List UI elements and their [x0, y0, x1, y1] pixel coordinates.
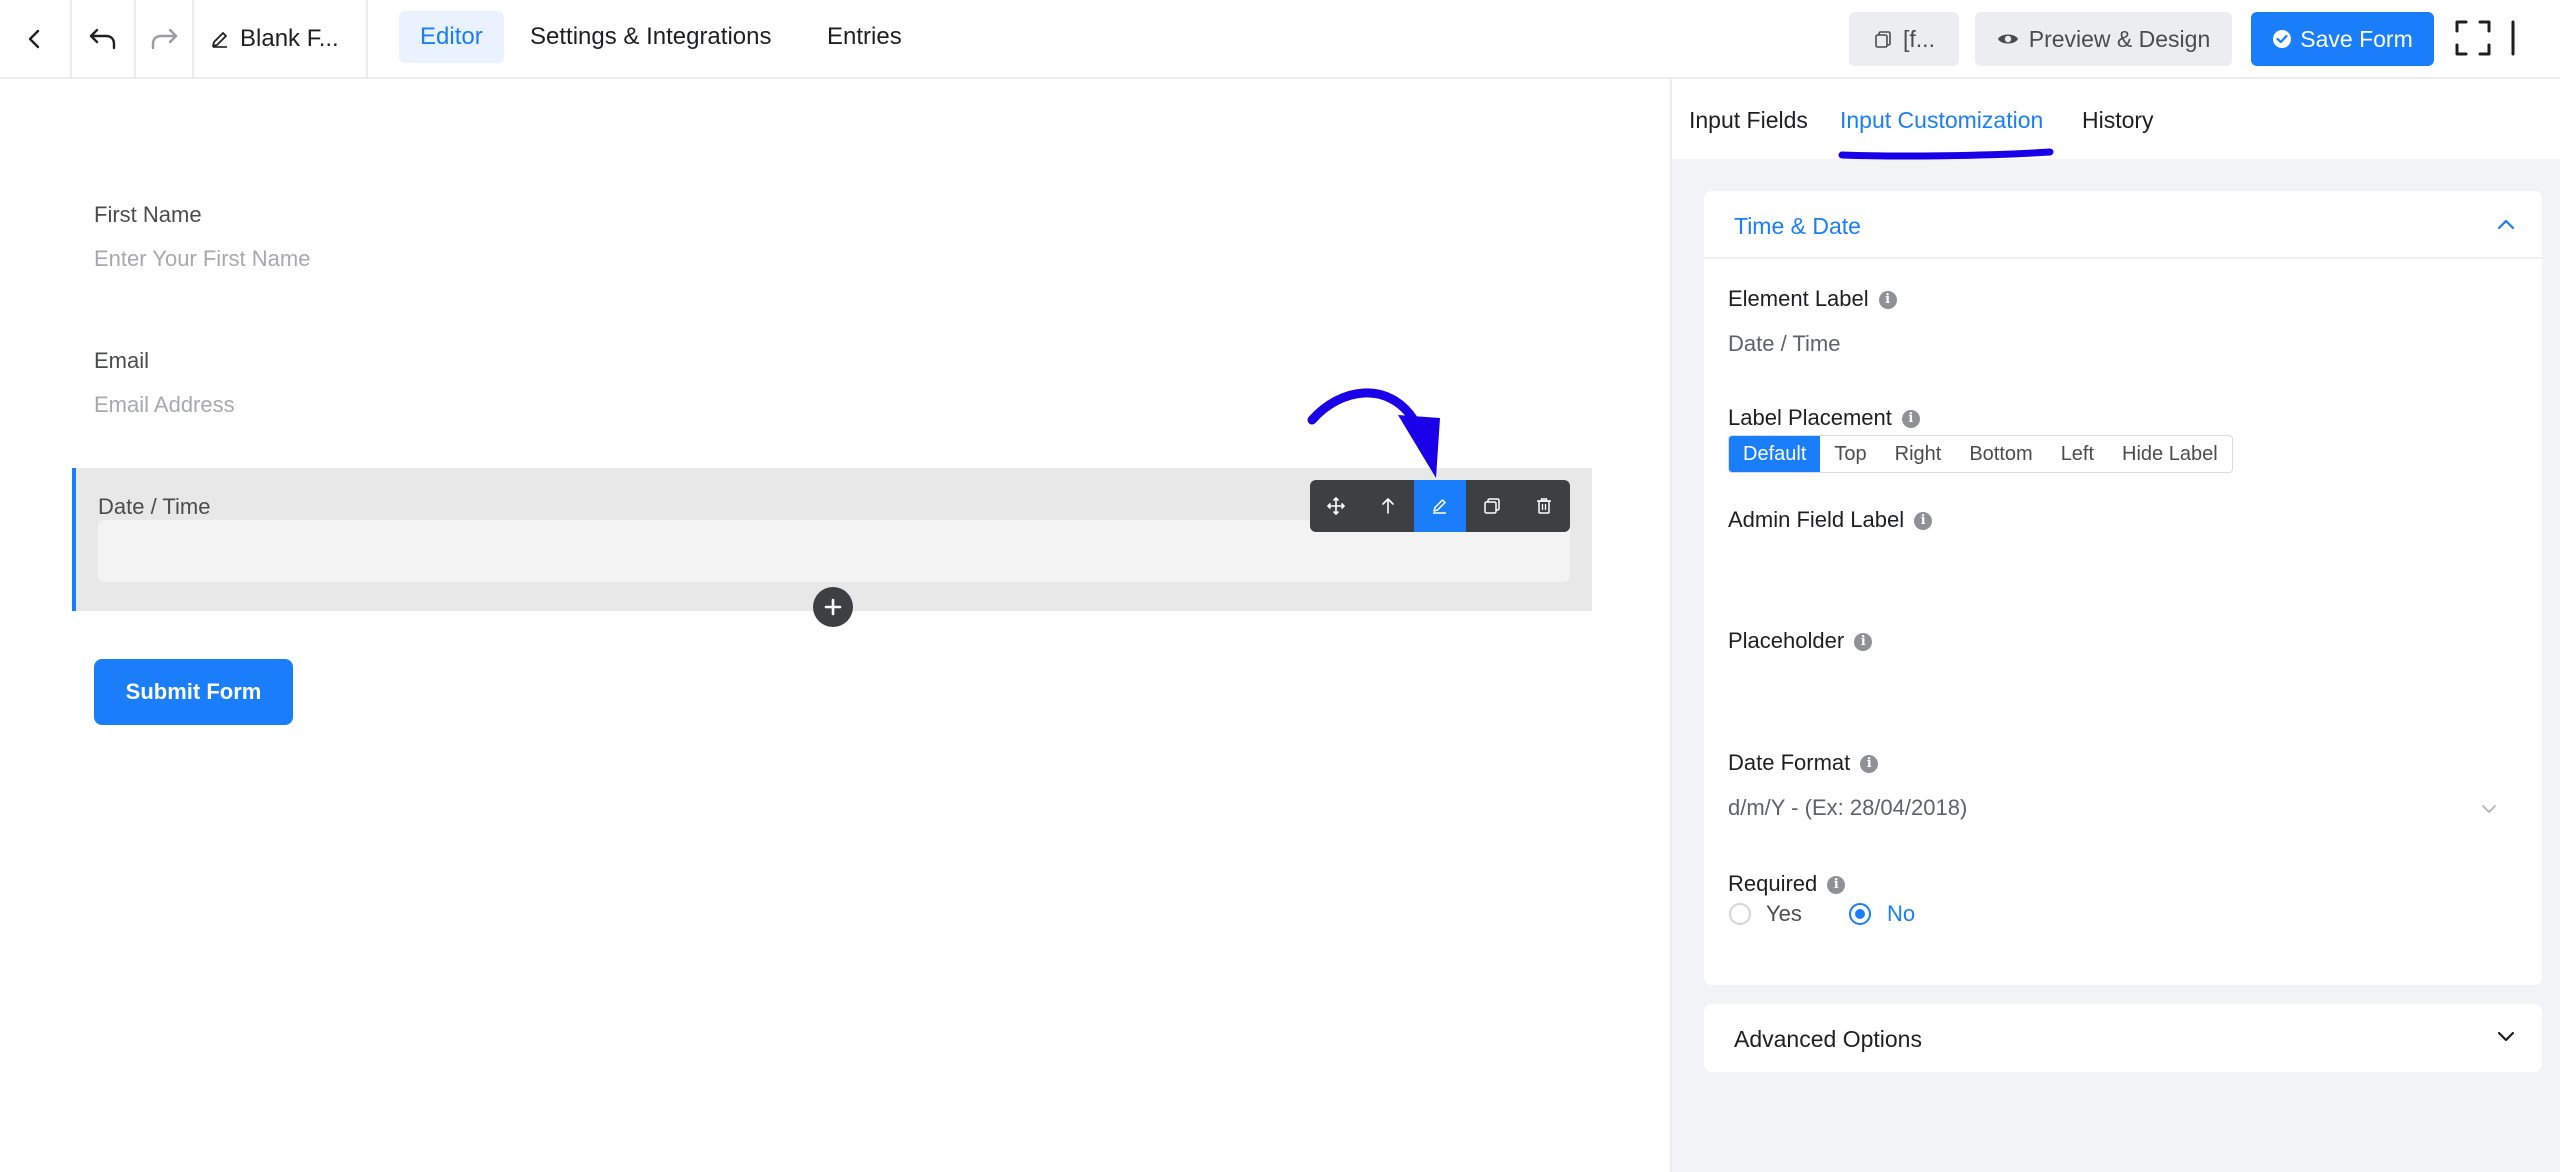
info-icon[interactable]: i — [1827, 876, 1846, 895]
info-icon[interactable]: i — [1854, 633, 1873, 652]
required-no-radio[interactable] — [1849, 903, 1871, 925]
tab-history[interactable]: History — [2082, 107, 2154, 134]
tab-entries[interactable]: Entries — [806, 11, 923, 63]
save-form-label: Save Form — [2300, 25, 2413, 52]
placement-bottom[interactable]: Bottom — [1955, 436, 2046, 472]
sidebar-toggle-button[interactable] — [2505, 18, 2535, 58]
annotation-arrow-icon — [1307, 388, 1440, 478]
info-icon[interactable]: i — [1860, 755, 1879, 774]
placeholder-title: Placeholder i — [1728, 628, 1873, 654]
section-title: Time & Date — [1734, 213, 1861, 239]
move-up-button[interactable] — [1362, 480, 1414, 532]
date-format-select[interactable]: d/m/Y - (Ex: 28/04/2018) — [1728, 788, 2518, 828]
placeholder-text: Placeholder — [1728, 628, 1845, 653]
label-placement-options: Default Top Right Bottom Left Hide Label — [1728, 435, 2233, 473]
duplicate-field-button[interactable] — [1466, 480, 1518, 532]
field-actions-toolbar — [1310, 480, 1570, 532]
advanced-options-card[interactable]: Advanced Options — [1704, 1004, 2542, 1072]
back-button[interactable] — [0, 0, 72, 77]
save-form-button[interactable]: Save Form — [2251, 12, 2434, 66]
placement-left[interactable]: Left — [2047, 436, 2108, 472]
chevron-down-icon — [2482, 805, 2496, 813]
email-label: Email — [94, 348, 150, 373]
element-label-title: Element Label i — [1728, 286, 1897, 312]
element-label-text: Element Label — [1728, 286, 1869, 311]
panel-tabs: Input Fields Input Customization History — [1672, 79, 2560, 159]
email-input[interactable]: Email Address — [94, 392, 235, 418]
placeholder-input[interactable] — [1728, 670, 2518, 710]
first-name-label: First Name — [94, 202, 202, 227]
chevron-down-icon — [2497, 1031, 2515, 1042]
label-placement-title: Label Placement i — [1728, 405, 1920, 431]
plus-icon — [824, 598, 842, 616]
shortcode-button[interactable]: [f... — [1849, 12, 1959, 66]
fullscreen-button[interactable] — [2453, 18, 2493, 58]
date-format-text: Date Format — [1728, 750, 1851, 775]
preview-design-label: Preview & Design — [2028, 25, 2211, 52]
label-placement-text: Label Placement — [1728, 405, 1892, 430]
duplicate-icon — [1484, 498, 1500, 514]
tab-editor[interactable]: Editor — [399, 11, 504, 63]
undo-button[interactable] — [72, 0, 136, 77]
info-icon[interactable]: i — [1901, 410, 1920, 429]
submit-form-button[interactable]: Submit Form — [94, 659, 293, 725]
datetime-label: Date / Time — [98, 494, 211, 519]
check-circle-icon — [2273, 30, 2292, 48]
preview-design-button[interactable]: Preview & Design — [1975, 12, 2232, 66]
trash-icon — [1537, 498, 1551, 514]
move-icon — [1327, 497, 1345, 515]
move-field-button[interactable] — [1310, 480, 1362, 532]
admin-field-label-title: Admin Field Label i — [1728, 507, 1933, 533]
shortcode-label: [f... — [1903, 25, 1935, 52]
copy-icon — [1875, 31, 1891, 48]
required-text: Required — [1728, 871, 1818, 896]
placement-right[interactable]: Right — [1881, 436, 1956, 472]
required-no-label[interactable]: No — [1887, 901, 1915, 927]
tab-settings-integrations[interactable]: Settings & Integrations — [509, 11, 792, 63]
placement-default[interactable]: Default — [1729, 436, 1821, 472]
delete-field-button[interactable] — [1518, 480, 1570, 532]
arrow-up-icon — [1382, 498, 1394, 514]
edit-field-button[interactable] — [1414, 480, 1466, 532]
advanced-options-title: Advanced Options — [1734, 1026, 1922, 1052]
form-title: Blank F... — [240, 24, 339, 52]
annotation-underline — [1838, 148, 2054, 160]
info-icon[interactable]: i — [1914, 512, 1933, 531]
required-yes-label[interactable]: Yes — [1766, 901, 1802, 927]
tab-input-customization[interactable]: Input Customization — [1840, 107, 2043, 134]
placement-top[interactable]: Top — [1820, 436, 1880, 472]
add-field-button[interactable] — [813, 587, 853, 627]
admin-field-label-input[interactable] — [1728, 548, 2518, 588]
redo-icon — [151, 28, 178, 49]
tab-input-fields[interactable]: Input Fields — [1689, 107, 1808, 134]
eye-icon — [1997, 34, 2018, 44]
chevron-up-icon — [2497, 219, 2515, 230]
edit-pencil-icon — [212, 31, 227, 48]
required-yes-radio[interactable] — [1729, 903, 1751, 925]
edit-pencil-icon — [1433, 499, 1446, 514]
top-bar: Blank F... Editor Settings & Integration… — [0, 0, 2560, 79]
first-name-input[interactable]: Enter Your First Name — [94, 246, 310, 272]
sidebar-toggle-icon — [2511, 20, 2515, 56]
time-date-card-header[interactable]: Time & Date — [1704, 191, 2542, 259]
date-format-title: Date Format i — [1728, 750, 1879, 776]
placement-hide-label[interactable]: Hide Label — [2108, 436, 2232, 472]
element-label-input[interactable]: Date / Time — [1728, 331, 1840, 357]
chevron-left-icon — [28, 29, 40, 48]
fullscreen-icon — [2455, 20, 2491, 56]
form-title-button[interactable]: Blank F... — [194, 0, 368, 77]
date-format-value: d/m/Y - (Ex: 28/04/2018) — [1728, 795, 1968, 820]
required-title: Required i — [1728, 871, 1846, 897]
admin-field-label-text: Admin Field Label — [1728, 507, 1905, 532]
redo-button[interactable] — [136, 0, 194, 77]
info-icon[interactable]: i — [1878, 291, 1897, 310]
undo-icon — [89, 28, 116, 49]
